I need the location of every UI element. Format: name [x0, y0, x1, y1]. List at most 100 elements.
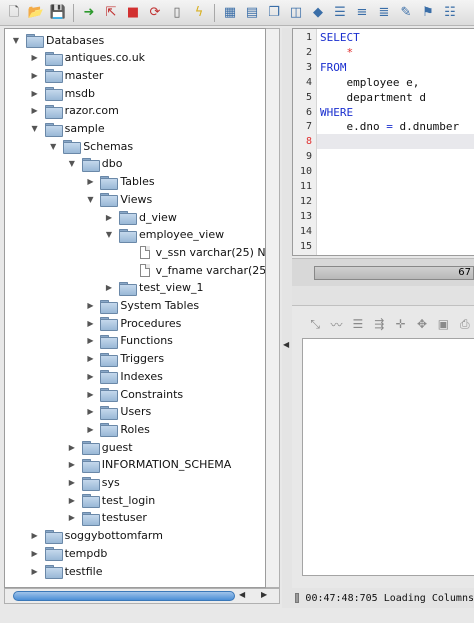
code-line[interactable]: WHERE	[320, 106, 353, 119]
collapsed-arrow-icon[interactable]: ▶	[104, 208, 114, 226]
collapsed-arrow-icon[interactable]: ▶	[30, 66, 40, 84]
new-file-icon[interactable]: 🗋	[4, 3, 24, 23]
collapsed-arrow-icon[interactable]: ▶	[85, 297, 95, 315]
scroll-right-icon[interactable]: ▶	[261, 590, 267, 599]
expanded-arrow-icon[interactable]: ▼	[85, 190, 95, 208]
tree-node[interactable]: ▶ Constraints	[85, 385, 183, 403]
expanded-arrow-icon[interactable]: ▼	[11, 31, 21, 49]
code-line[interactable]: *	[320, 46, 354, 59]
collapsed-arrow-icon[interactable]: ▶	[30, 84, 40, 102]
flag-icon[interactable]: ⚑	[418, 3, 438, 23]
collapsed-arrow-icon[interactable]: ▶	[30, 49, 40, 67]
collapsed-arrow-icon[interactable]: ▶	[67, 509, 77, 527]
chart-icon[interactable]: 〰	[327, 315, 345, 334]
tree-node[interactable]: ▶ Users	[85, 403, 151, 421]
tree-node[interactable]: ▼ Views	[85, 190, 152, 208]
tree-node[interactable]: ▶ Indexes	[85, 367, 163, 385]
collapsed-arrow-icon[interactable]: ▶	[30, 102, 40, 120]
collapse-arrow-icon[interactable]: ◀	[283, 340, 289, 349]
tree-node[interactable]: ▶ testfile	[30, 562, 102, 580]
refresh-icon[interactable]: ⟳	[145, 3, 165, 23]
scrollbar-thumb[interactable]	[13, 591, 235, 601]
filter-icon[interactable]: ⇶	[370, 315, 388, 334]
collapsed-arrow-icon[interactable]: ▶	[85, 420, 95, 438]
panel-splitter[interactable]: ◀	[282, 28, 292, 608]
tree-node[interactable]: ▶ Procedures	[85, 314, 181, 332]
expanded-arrow-icon[interactable]: ▼	[30, 120, 40, 138]
tree-node[interactable]: ▶ guest	[67, 438, 133, 456]
collapsed-arrow-icon[interactable]: ▶	[67, 456, 77, 474]
expanded-arrow-icon[interactable]: ▼	[104, 226, 114, 244]
tree-node[interactable]: ▶ d_view	[104, 208, 177, 226]
horizontal-splitter[interactable]	[292, 286, 474, 306]
tree-node[interactable]: ▶ Triggers	[85, 350, 164, 368]
tree-node[interactable]: v_ssn varchar(25) Not Nu	[123, 243, 265, 261]
code-line[interactable]: e.dno = d.dnumber	[320, 120, 459, 133]
list-icon[interactable]: ☷	[440, 3, 460, 23]
tree-node[interactable]: ▶ razor.com	[30, 102, 119, 120]
sql-editor[interactable]: 1 2 3 4 5 6 7 8 9 10 11 12 13 14 15 SELECT * FROM emplo…	[292, 28, 474, 256]
tree-node[interactable]: v_fname varchar(25)	[123, 261, 265, 279]
expanded-arrow-icon[interactable]: ▼	[67, 155, 77, 173]
tree-node[interactable]: ▶ testuser	[67, 509, 147, 527]
tree-node[interactable]: ▶ sys	[67, 474, 120, 492]
tree-node[interactable]: ▼ employee_view	[104, 226, 224, 244]
collapsed-arrow-icon[interactable]: ▶	[85, 332, 95, 350]
scroll-left-icon[interactable]: ◀	[239, 590, 245, 599]
collapsed-arrow-icon[interactable]: ▶	[67, 491, 77, 509]
outdent-icon[interactable]: ≡	[352, 3, 372, 23]
collapsed-arrow-icon[interactable]: ▶	[85, 350, 95, 368]
tree-node[interactable]: ▶ INFORMATION_SCHEMA	[67, 456, 231, 474]
collapsed-arrow-icon[interactable]: ▶	[85, 314, 95, 332]
code-line[interactable]: SELECT	[320, 31, 360, 44]
comment-icon[interactable]: ≣	[374, 3, 394, 23]
tree-node[interactable]: ▶ Roles	[85, 420, 150, 438]
database-tree[interactable]: ▼ Databases ▶ antiques.co.uk ▶ master ▶ msdb ▶ ra…	[4, 28, 266, 588]
tree-vertical-scrollbar[interactable]	[266, 28, 280, 588]
tree-node[interactable]: ▶ Tables	[85, 173, 155, 191]
tree-horizontal-scrollbar[interactable]: ◀ ▶	[4, 588, 280, 604]
rows-icon[interactable]: ☰	[349, 315, 367, 334]
tree-node[interactable]: ▶ System Tables	[85, 297, 199, 315]
indent-icon[interactable]: ☰	[330, 3, 350, 23]
collapsed-arrow-icon[interactable]: ▶	[30, 562, 40, 580]
save-icon[interactable]: 💾	[48, 3, 68, 23]
table-icon[interactable]: ▦	[220, 3, 240, 23]
tools-icon[interactable]: ✥	[413, 315, 431, 334]
code-line[interactable]: employee e,	[320, 76, 419, 89]
tree-node[interactable]: ▼ Schemas	[48, 137, 133, 155]
export-grid-icon[interactable]: ▣	[434, 315, 452, 334]
collapsed-arrow-icon[interactable]: ▶	[30, 527, 40, 545]
results-grid[interactable]	[302, 338, 474, 576]
print-icon[interactable]: ⎙	[456, 315, 474, 334]
collapsed-arrow-icon[interactable]: ▶	[104, 279, 114, 297]
code-line[interactable]: FROM	[320, 61, 347, 74]
tree-node[interactable]: ▼ sample	[30, 120, 105, 138]
cylinder-icon[interactable]: ▯	[167, 3, 187, 23]
export-icon[interactable]: ⇱	[101, 3, 121, 23]
collapsed-arrow-icon[interactable]: ▶	[67, 438, 77, 456]
expanded-arrow-icon[interactable]: ▼	[48, 137, 58, 155]
book-icon[interactable]: ◫	[286, 3, 306, 23]
position-field[interactable]: 67	[314, 266, 474, 280]
auto-resize-icon[interactable]: ⤡	[306, 315, 324, 334]
copy-icon[interactable]: ❐	[264, 3, 284, 23]
tree-node[interactable]: ▶ tempdb	[30, 544, 107, 562]
tree-node[interactable]: ▼ dbo	[67, 155, 123, 173]
tree-node[interactable]: ▶ test_login	[67, 491, 155, 509]
stop-icon[interactable]: ■	[123, 3, 143, 23]
tree-node[interactable]: ▼ Databases	[11, 31, 104, 49]
tree-node[interactable]: ▶ master	[30, 66, 103, 84]
tree-node[interactable]: ▶ msdb	[30, 84, 95, 102]
collapsed-arrow-icon[interactable]: ▶	[85, 385, 95, 403]
collapsed-arrow-icon[interactable]: ▶	[85, 173, 95, 191]
tree-node[interactable]: ▶ antiques.co.uk	[30, 49, 145, 67]
open-folder-icon[interactable]: 📂	[26, 3, 46, 23]
code-line[interactable]: department d	[320, 91, 425, 104]
collapsed-arrow-icon[interactable]: ▶	[85, 403, 95, 421]
tree-node[interactable]: ▶ Functions	[85, 332, 173, 350]
add-column-icon[interactable]: ✛	[392, 315, 410, 334]
collapsed-arrow-icon[interactable]: ▶	[30, 544, 40, 562]
import-icon[interactable]: ➜	[79, 3, 99, 23]
collapsed-arrow-icon[interactable]: ▶	[85, 367, 95, 385]
